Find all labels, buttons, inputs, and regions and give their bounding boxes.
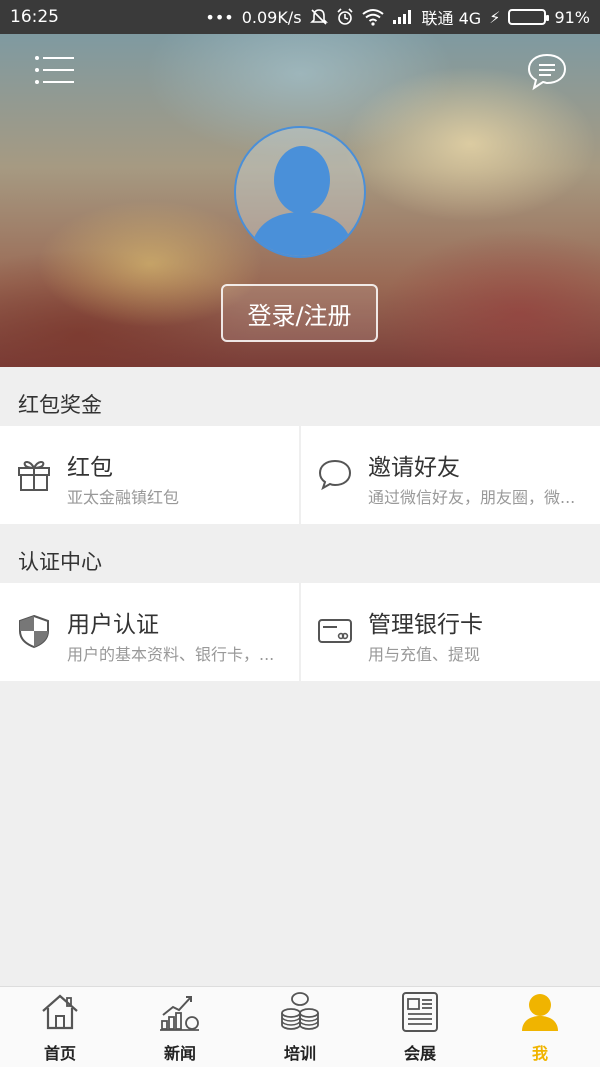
alarm-icon: [336, 8, 353, 25]
battery-percent: 91%: [554, 7, 590, 27]
tab-home[interactable]: 首页: [0, 987, 120, 1067]
card-title: 红包: [67, 455, 113, 481]
tab-label: 会展: [403, 1044, 436, 1063]
carrier: 联通 4G: [421, 9, 482, 28]
more-dots-icon: •••: [205, 7, 234, 27]
card-subtitle: 用户的基本资料、银行卡，...: [67, 645, 275, 664]
gift-icon: [18, 461, 50, 491]
card-title: 管理银行卡: [368, 612, 483, 638]
tab-label: 新闻: [163, 1044, 196, 1063]
charging-icon: ⚡: [489, 7, 501, 27]
message-icon[interactable]: [526, 52, 568, 92]
section-title-verification: 认证中心: [18, 550, 102, 574]
tab-exhibition[interactable]: 会展: [360, 987, 480, 1067]
mute-bell-icon: [309, 9, 328, 25]
battery-icon: [508, 9, 550, 25]
card-subtitle: 通过微信好友，朋友圈，微...: [368, 488, 576, 507]
verification-card-row: 用户认证 用户的基本资料、银行卡，... 管理银行卡 用与充值、提现: [0, 583, 600, 681]
manage-bank-card[interactable]: 管理银行卡 用与充值、提现: [301, 583, 600, 681]
rewards-card-row: 红包 亚太金融镇红包 邀请好友 通过微信好友，朋友圈，微...: [0, 426, 600, 524]
bottom-tab-bar: 首页 新闻 培训 会展 我: [0, 986, 600, 1067]
network-speed: 0.09K/s: [241, 7, 302, 27]
user-icon: [522, 994, 558, 1031]
tab-training[interactable]: 培训: [240, 987, 360, 1067]
profile-header: 登录/注册: [0, 34, 600, 367]
shield-icon: [19, 614, 49, 649]
section-title-rewards: 红包奖金: [18, 393, 102, 417]
card-subtitle: 用与充值、提现: [368, 645, 481, 664]
invite-friends-card[interactable]: 邀请好友 通过微信好友，朋友圈，微...: [301, 426, 600, 524]
status-bar: 16:25 ••• 0.09K/s 联通 4G ⚡ 91%: [0, 0, 600, 34]
tab-label: 我: [531, 1044, 548, 1063]
avatar-user-icon: [250, 146, 354, 256]
news-chart-icon: [160, 996, 199, 1031]
newspaper-icon: [402, 992, 438, 1032]
tab-news[interactable]: 新闻: [120, 987, 240, 1067]
chat-bubble-icon: [318, 459, 352, 491]
status-indicators: ••• 0.09K/s 联通 4G ⚡ 91%: [205, 5, 590, 29]
bank-card-icon: [318, 619, 352, 643]
red-packet-card[interactable]: 红包 亚太金融镇红包: [0, 426, 299, 524]
avatar[interactable]: [234, 126, 366, 258]
card-subtitle: 亚太金融镇红包: [67, 488, 180, 507]
card-title: 邀请好友: [368, 455, 460, 481]
signal-icon: [392, 10, 411, 24]
home-icon: [42, 994, 78, 1030]
coins-icon: [281, 992, 319, 1030]
wifi-icon: [361, 9, 384, 26]
login-register-button[interactable]: 登录/注册: [221, 284, 378, 342]
card-title: 用户认证: [67, 612, 159, 638]
tab-label: 首页: [43, 1044, 76, 1063]
tab-me[interactable]: 我: [480, 987, 600, 1067]
menu-icon[interactable]: [34, 54, 76, 86]
status-time: 16:25: [10, 7, 59, 27]
user-verification-card[interactable]: 用户认证 用户的基本资料、银行卡，...: [0, 583, 299, 681]
tab-label: 培训: [283, 1044, 316, 1063]
